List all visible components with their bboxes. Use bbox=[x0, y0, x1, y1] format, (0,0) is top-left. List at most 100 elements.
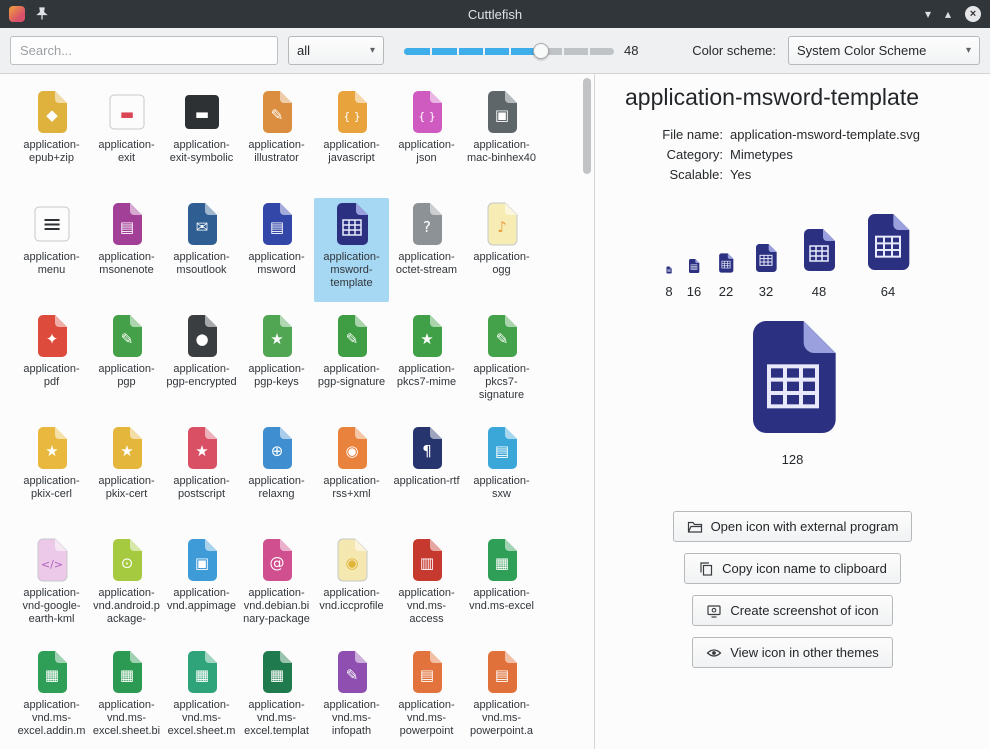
icon-grid-item[interactable]: ★application-postscript bbox=[164, 422, 239, 526]
icon-grid-item[interactable]: ▤application-sxw bbox=[464, 422, 539, 526]
large-size-label: 128 bbox=[623, 452, 962, 467]
svg-text:▦: ▦ bbox=[44, 666, 58, 684]
icon-grid-item[interactable]: ¶application-rtf bbox=[389, 422, 464, 526]
icon-grid-item[interactable]: ⊕application-relaxng bbox=[239, 422, 314, 526]
mimetype-icon: ▤ bbox=[478, 424, 526, 472]
svg-text:✎: ✎ bbox=[345, 330, 358, 348]
icon-grid-item[interactable]: ▤application-msonenote bbox=[89, 198, 164, 302]
icon-label: application-pgp-encrypted bbox=[166, 363, 237, 389]
msword-template-icon bbox=[328, 200, 376, 248]
icon-grid-item[interactable]: { }application-javascript bbox=[314, 86, 389, 190]
color-scheme-dropdown[interactable]: System Color Scheme ▾ bbox=[788, 36, 980, 65]
svg-text:✎: ✎ bbox=[495, 330, 508, 348]
icon-grid-item[interactable]: ◉application-vnd.iccprofile bbox=[314, 534, 389, 638]
mimetype-icon: ✎ bbox=[328, 312, 376, 360]
icon-grid-item[interactable]: ★application-pkcs7-mime bbox=[389, 310, 464, 414]
icon-grid-item[interactable]: ?application-octet-stream bbox=[389, 198, 464, 302]
icon-grid-item[interactable]: ◉ application-rss+xml bbox=[314, 422, 389, 526]
icon-grid-item[interactable]: ≡application-menu bbox=[14, 198, 89, 302]
app-icon[interactable] bbox=[9, 6, 25, 22]
mimetype-icon: ⊙ bbox=[103, 536, 151, 584]
slider-handle[interactable] bbox=[533, 43, 549, 59]
cuttlefish-window: Cuttlefish ▾ ▴ × all ▾ 48 Color scheme: … bbox=[0, 0, 990, 749]
page-title: application-msword-template bbox=[625, 84, 962, 111]
icon-grid-item[interactable]: ✎application-illustrator bbox=[239, 86, 314, 190]
icon-grid-item[interactable]: ▦application-vnd.ms-excel bbox=[464, 534, 539, 638]
mimetype-icon: ✎ bbox=[328, 648, 376, 696]
mimetype-icon: ▬ bbox=[178, 88, 226, 136]
icon-grid-item[interactable]: ★application-pkix-cert bbox=[89, 422, 164, 526]
scrollbar-thumb[interactable] bbox=[583, 78, 591, 174]
svg-text:▣: ▣ bbox=[194, 554, 208, 572]
icon-grid-item[interactable]: ◆application-epub+zip bbox=[14, 86, 89, 190]
copy-icon bbox=[698, 561, 714, 577]
icon-label: application-pkix-cerl bbox=[16, 475, 87, 501]
svg-text:✦: ✦ bbox=[45, 330, 58, 348]
icon-grid-item[interactable]: { }application-json bbox=[389, 86, 464, 190]
svg-text:◉: ◉ bbox=[345, 442, 358, 460]
button-label: View icon in other themes bbox=[730, 645, 879, 660]
svg-text:◆: ◆ bbox=[46, 106, 58, 124]
icon-grid-item[interactable]: ★application-pkix-cerl bbox=[14, 422, 89, 526]
titlebar: Cuttlefish ▾ ▴ × bbox=[0, 0, 990, 28]
icon-grid-item[interactable]: ▣application-mac-binhex40 bbox=[464, 86, 539, 190]
svg-text:▦: ▦ bbox=[119, 666, 133, 684]
mimetype-icon: ◉ bbox=[328, 536, 376, 584]
icon-grid-item[interactable]: ✦application-pdf bbox=[14, 310, 89, 414]
icon-grid-item[interactable]: ✎application-vnd.ms-infopath bbox=[314, 646, 389, 749]
view-themes-button[interactable]: View icon in other themes bbox=[692, 637, 893, 668]
icon-grid-item[interactable]: ✉application-msoutlook bbox=[164, 198, 239, 302]
slider-tick bbox=[588, 47, 590, 56]
close-button[interactable]: × bbox=[965, 6, 981, 22]
size-preview: 16 bbox=[686, 258, 702, 299]
field-label: Scalable: bbox=[623, 167, 723, 182]
screenshot-button[interactable]: Create screenshot of icon bbox=[692, 595, 892, 626]
icon-label: application-msword bbox=[241, 251, 312, 277]
icon-label: application-msoutlook bbox=[166, 251, 237, 277]
icon-grid-item[interactable]: ▦application-vnd.ms-excel.templat bbox=[239, 646, 314, 749]
icon-label: application-rss+xml bbox=[316, 475, 387, 501]
maximize-button[interactable]: ▴ bbox=[945, 6, 951, 22]
icon-grid-item[interactable]: ✎application-pgp-signature bbox=[314, 310, 389, 414]
icon-label: application-illustrator bbox=[241, 139, 312, 165]
icon-grid-item[interactable]: application-msword-template bbox=[314, 198, 389, 302]
pin-icon[interactable] bbox=[35, 7, 49, 21]
icon-grid-item[interactable]: ✎application-pgp bbox=[89, 310, 164, 414]
icon-grid-item[interactable]: ▬application-exit bbox=[89, 86, 164, 190]
svg-text:⊕: ⊕ bbox=[270, 442, 283, 460]
icon-grid-item[interactable]: @application-vnd.debian.binary-package bbox=[239, 534, 314, 638]
icon-grid-item[interactable]: ★application-pgp-keys bbox=[239, 310, 314, 414]
field-value: Yes bbox=[730, 167, 962, 182]
icon-grid-item[interactable]: ▦application-vnd.ms-excel.sheet.m bbox=[164, 646, 239, 749]
mimetype-icon: ✎ bbox=[478, 312, 526, 360]
icon-size-slider[interactable] bbox=[404, 42, 614, 60]
mimetype-icon: ▦ bbox=[478, 536, 526, 584]
icon-grid-item[interactable]: ▤application-msword bbox=[239, 198, 314, 302]
button-label: Copy icon name to clipboard bbox=[722, 561, 887, 576]
mimetype-icon: ▣ bbox=[178, 536, 226, 584]
icon-grid-item[interactable]: ▥application-vnd.ms-access bbox=[389, 534, 464, 638]
icon-grid-item[interactable]: ▦application-vnd.ms-excel.addin.m bbox=[14, 646, 89, 749]
icon-grid-item[interactable]: ●application-pgp-encrypted bbox=[164, 310, 239, 414]
icon-grid-item[interactable]: ♪application-ogg bbox=[464, 198, 539, 302]
svg-text:▤: ▤ bbox=[494, 666, 508, 684]
icon-label: application-vnd.ms-excel.sheet.bi bbox=[91, 699, 162, 738]
icon-grid-item[interactable]: ✎application-pkcs7-signature bbox=[464, 310, 539, 414]
icon-label: application-vnd.debian.binary-package bbox=[241, 587, 312, 626]
icon-grid-item[interactable]: ▤application-vnd.ms-powerpoint.a bbox=[464, 646, 539, 749]
icon-grid-item[interactable]: </>application-vnd-google-earth-kml bbox=[14, 534, 89, 638]
icon-grid-item[interactable]: ▣application-vnd.appimage bbox=[164, 534, 239, 638]
svg-text:▬: ▬ bbox=[119, 105, 133, 123]
scrollbar[interactable] bbox=[580, 74, 594, 749]
svg-text:▦: ▦ bbox=[269, 666, 283, 684]
msword-template-icon bbox=[856, 210, 920, 279]
search-input[interactable] bbox=[10, 36, 278, 65]
open-external-button[interactable]: Open icon with external program bbox=[673, 511, 913, 542]
icon-grid-item[interactable]: ▤application-vnd.ms-powerpoint bbox=[389, 646, 464, 749]
filter-dropdown[interactable]: all ▾ bbox=[288, 36, 384, 65]
copy-name-button[interactable]: Copy icon name to clipboard bbox=[684, 553, 901, 584]
icon-grid-item[interactable]: ⊙application-vnd.android.package- bbox=[89, 534, 164, 638]
icon-grid-item[interactable]: ▬application-exit-symbolic bbox=[164, 86, 239, 190]
minimize-button[interactable]: ▾ bbox=[925, 6, 931, 22]
icon-grid-item[interactable]: ▦ application-vnd.ms-excel.sheet.bi bbox=[89, 646, 164, 749]
